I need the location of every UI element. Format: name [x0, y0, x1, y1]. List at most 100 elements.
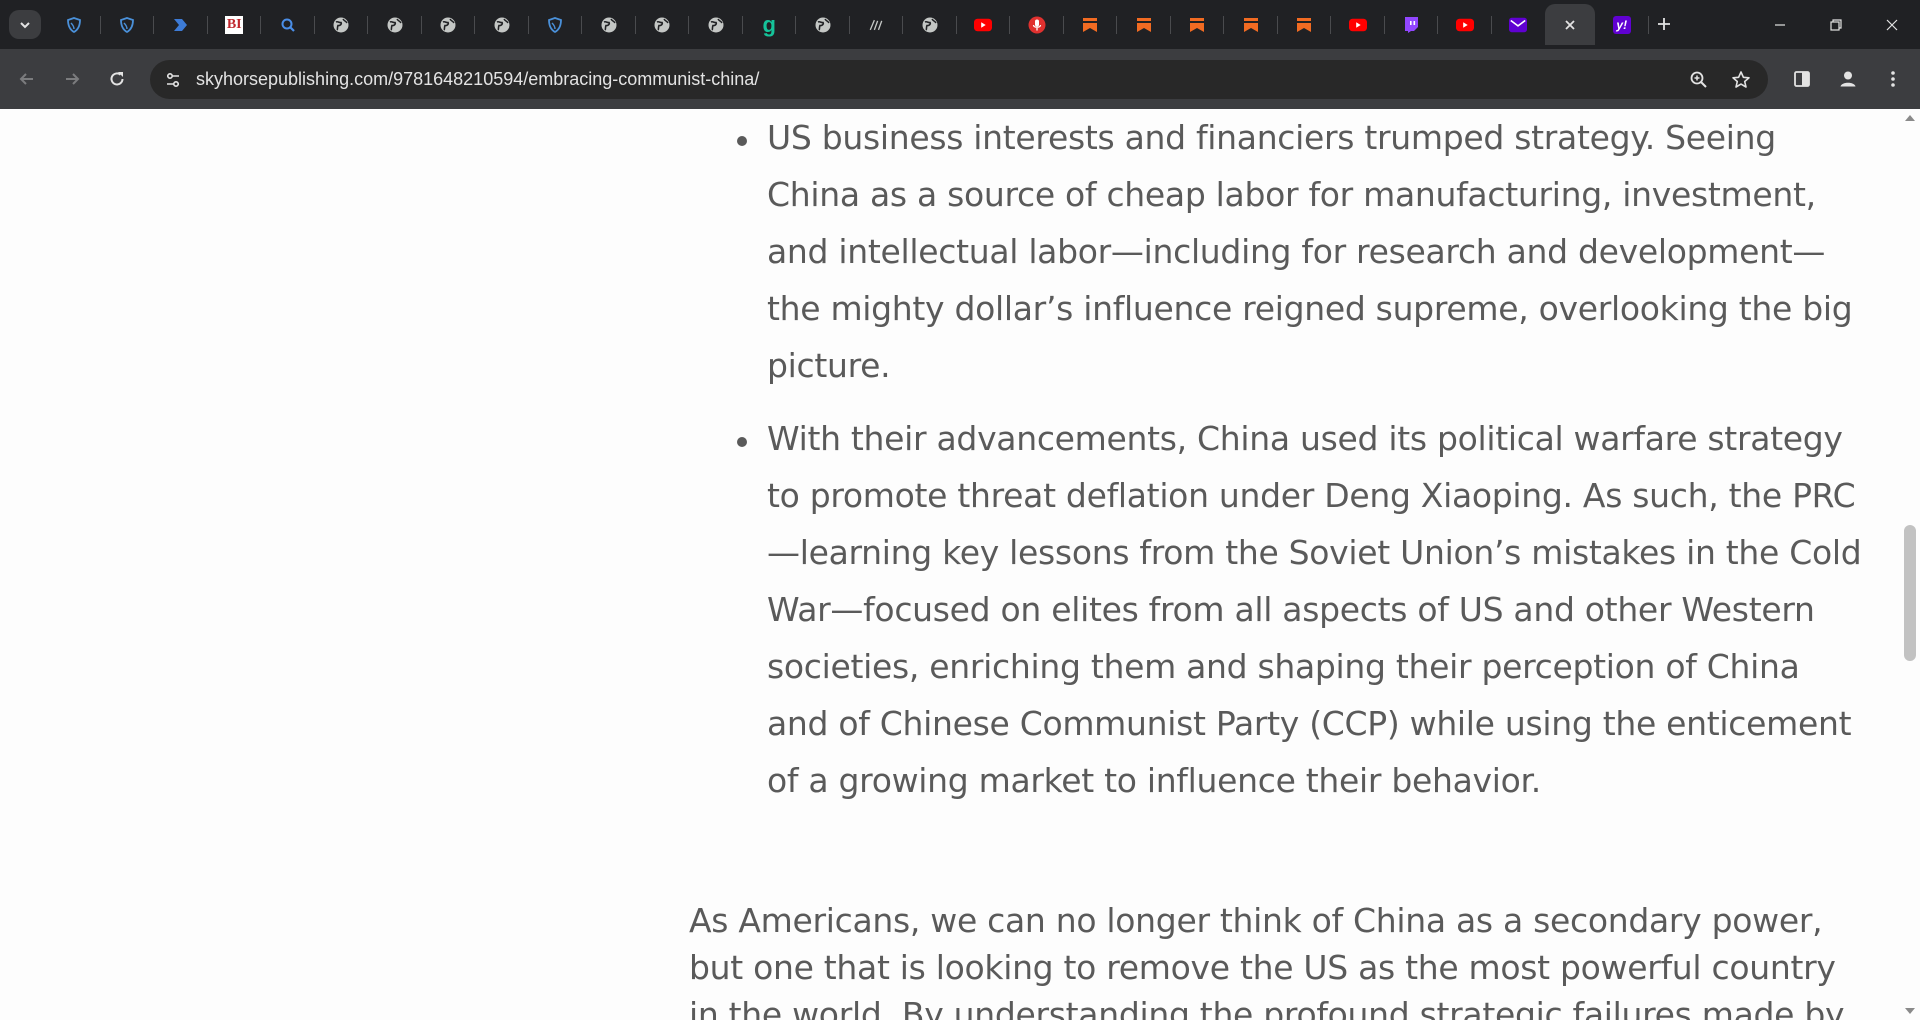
globe-icon	[600, 16, 618, 34]
bookmark-icon	[1242, 16, 1260, 34]
g-logo-icon: g	[760, 11, 778, 37]
browser-tab[interactable]: g	[743, 4, 797, 45]
browser-tab[interactable]	[1331, 4, 1385, 45]
tab-strip: BI g y!	[0, 0, 1920, 49]
browser-tab[interactable]	[1278, 4, 1332, 45]
bookmark-icon	[1295, 16, 1313, 34]
side-panel-icon	[1794, 71, 1810, 87]
chevron-tag-icon	[172, 16, 190, 34]
browser-tab[interactable]	[1171, 4, 1225, 45]
browser-tab[interactable]	[47, 4, 101, 45]
list-item: With their advancements, China used its …	[689, 410, 1869, 809]
page-content: US business interests and financiers tru…	[0, 109, 1920, 1020]
url-text[interactable]: skyhorsepublishing.com/9781648210594/emb…	[196, 69, 759, 90]
yahoo-icon: y!	[1612, 15, 1631, 34]
address-bar[interactable]: skyhorsepublishing.com/9781648210594/emb…	[150, 60, 1768, 99]
globe-icon	[439, 16, 457, 34]
favicon-label: y!	[1616, 17, 1628, 32]
new-tab-button[interactable]	[1652, 12, 1676, 36]
bookmark-icon	[1081, 16, 1099, 34]
browser-tab[interactable]	[636, 4, 690, 45]
browser-tab[interactable]	[315, 4, 369, 45]
minimize-button[interactable]	[1752, 0, 1808, 49]
globe-icon	[332, 16, 350, 34]
shield-icon	[546, 16, 564, 34]
avatar-icon	[1840, 71, 1856, 87]
article-paragraph: As Americans, we can no longer think of …	[689, 901, 1845, 1020]
browser-tab[interactable]	[1385, 4, 1439, 45]
tune-icon	[166, 72, 180, 88]
browser-tab[interactable]	[368, 4, 422, 45]
back-button[interactable]	[12, 64, 42, 94]
youtube-icon	[1348, 16, 1367, 34]
plus-icon	[1658, 18, 1670, 30]
browser-tab[interactable]	[1224, 4, 1278, 45]
bi-logo-icon: BI	[225, 15, 244, 34]
close-icon[interactable]	[1561, 16, 1579, 34]
browser-tab[interactable]	[422, 4, 476, 45]
scroll-down-arrow-icon[interactable]	[1905, 1008, 1915, 1014]
article-body: US business interests and financiers tru…	[689, 109, 1869, 1020]
browser-tab[interactable]	[1064, 4, 1118, 45]
twitch-icon	[1402, 16, 1420, 34]
side-panel-button[interactable]	[1787, 64, 1817, 94]
browser-tab[interactable]	[689, 4, 743, 45]
tab-search-button[interactable]	[9, 10, 41, 39]
list-item: US business interests and financiers tru…	[689, 109, 1869, 394]
arrow-left-icon	[19, 73, 33, 85]
mail-icon	[1509, 16, 1528, 34]
window-controls	[1752, 0, 1920, 49]
microphone-icon	[1028, 16, 1046, 34]
browser-tab[interactable]	[529, 4, 583, 45]
globe-icon	[921, 16, 939, 34]
menu-button[interactable]	[1878, 64, 1908, 94]
more-vertical-icon	[1891, 71, 1895, 87]
browser-tab[interactable]	[850, 4, 904, 45]
site-info-button[interactable]	[160, 67, 186, 93]
favicon-label: BI	[226, 16, 242, 32]
zoom-in-icon	[1690, 71, 1707, 88]
chevron-down-icon	[20, 21, 30, 28]
browser-tab[interactable]	[154, 4, 208, 45]
scroll-up-arrow-icon[interactable]	[1905, 115, 1915, 121]
youtube-icon	[974, 16, 993, 34]
profile-button[interactable]	[1833, 64, 1863, 94]
browser-tab[interactable]: y!	[1595, 4, 1649, 45]
browser-tab[interactable]: BI	[208, 4, 262, 45]
bookmark-icon	[1135, 16, 1153, 34]
close-window-button[interactable]	[1864, 0, 1920, 49]
forward-button[interactable]	[57, 64, 87, 94]
browser-tab[interactable]	[796, 4, 850, 45]
globe-icon	[814, 16, 832, 34]
browser-tab[interactable]	[957, 4, 1011, 45]
browser-toolbar: skyhorsepublishing.com/9781648210594/emb…	[0, 49, 1920, 109]
browser-tab[interactable]	[582, 4, 636, 45]
browser-tab[interactable]	[1492, 4, 1546, 45]
globe-icon	[707, 16, 725, 34]
restore-icon	[1830, 18, 1842, 31]
browser-tab[interactable]	[1010, 4, 1064, 45]
browser-tab[interactable]	[261, 4, 315, 45]
shield-icon	[118, 16, 136, 34]
tab-active[interactable]	[1545, 4, 1595, 45]
browser-tab[interactable]	[1117, 4, 1171, 45]
zoom-button[interactable]	[1686, 67, 1712, 93]
reload-button[interactable]	[102, 64, 132, 94]
browser-tab[interactable]	[903, 4, 957, 45]
reload-icon	[110, 72, 124, 86]
bookmark-icon	[1188, 16, 1206, 34]
vertical-scrollbar[interactable]	[1900, 109, 1920, 1020]
browser-tab[interactable]	[1438, 4, 1492, 45]
bookmark-star-button[interactable]	[1728, 67, 1754, 93]
shield-icon	[65, 16, 83, 34]
favicon-label: g	[762, 11, 776, 37]
scrollbar-thumb[interactable]	[1904, 525, 1916, 661]
arrow-right-icon	[66, 73, 80, 85]
star-icon	[1732, 71, 1750, 88]
restore-button[interactable]	[1808, 0, 1864, 49]
youtube-icon	[1455, 16, 1474, 34]
globe-icon	[493, 16, 511, 34]
close-icon	[1886, 19, 1898, 30]
browser-tab[interactable]	[475, 4, 529, 45]
browser-tab[interactable]	[101, 4, 155, 45]
